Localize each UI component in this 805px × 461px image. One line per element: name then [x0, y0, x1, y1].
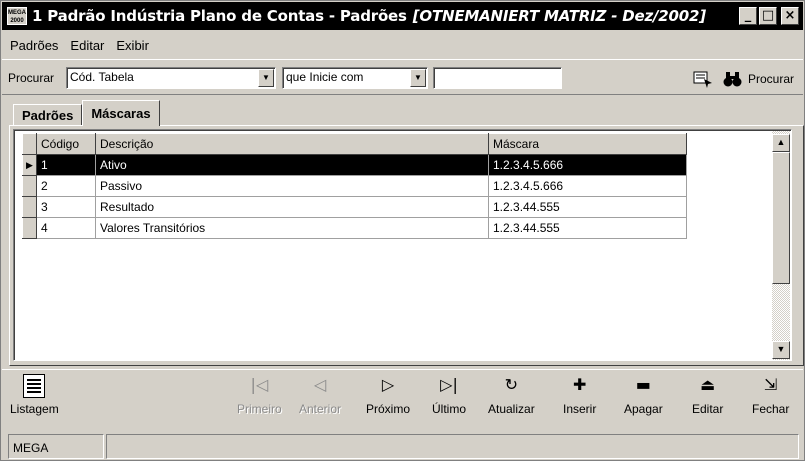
window-title-context: [OTNEMANIERT MATRIZ - Dez/2002]	[412, 7, 706, 25]
window-title-main: 1 Padrão Indústria Plano de Contas - Pad…	[32, 7, 407, 25]
search-field-select[interactable]: Cód. Tabela ▼	[66, 67, 276, 89]
table-row[interactable]: 3 Resultado 1.2.3.44.555	[22, 196, 687, 218]
search-field-value: Cód. Tabela	[70, 70, 134, 84]
masks-table: Código Descrição Máscara ▶ 1 Ativo 1.2.3…	[22, 133, 687, 239]
menu-editar[interactable]: Editar	[70, 37, 104, 54]
search-button-label: Procurar	[748, 72, 795, 86]
cell-mascara[interactable]: 1.2.3.4.5.666	[488, 175, 687, 197]
inserir-label: Inserir	[563, 402, 597, 416]
apagar-label: Apagar	[624, 402, 663, 416]
listagem-label: Listagem	[10, 402, 59, 416]
row-indicator	[22, 217, 37, 239]
cell-mascara[interactable]: 1.2.3.44.555	[488, 217, 687, 239]
vertical-scrollbar[interactable]: ▲ ▼	[772, 131, 790, 360]
exit-door-icon: ⇲	[763, 375, 778, 394]
row-indicator	[22, 196, 37, 218]
chevron-down-icon[interactable]: ▼	[410, 69, 426, 87]
proximo-button[interactable]: ▷ Próximo	[366, 374, 410, 416]
listagem-button[interactable]: Listagem	[10, 374, 59, 416]
column-header-mascara[interactable]: Máscara	[488, 133, 687, 155]
tab-strip: Padrões Máscaras	[13, 100, 160, 126]
tab-padroes[interactable]: Padrões	[13, 104, 83, 126]
cell-descricao[interactable]: Valores Transitórios	[95, 217, 489, 239]
anterior-button[interactable]: ◁ Anterior	[299, 374, 341, 416]
primeiro-button[interactable]: |◁ Primeiro	[237, 374, 282, 416]
last-record-icon: ▷|	[440, 375, 458, 394]
search-button[interactable]: Procurar	[722, 67, 794, 91]
binoculars-icon	[723, 72, 742, 87]
masks-grid[interactable]: Código Descrição Máscara ▶ 1 Ativo 1.2.3…	[13, 129, 792, 361]
app-logo-icon: MEGA 2000	[7, 7, 27, 25]
editar-label: Editar	[692, 402, 724, 416]
apagar-button[interactable]: ▬ Apagar	[624, 374, 663, 416]
atualizar-label: Atualizar	[488, 402, 535, 416]
anterior-label: Anterior	[299, 402, 342, 416]
menu-bar: Padrões Editar Exibir	[2, 31, 803, 59]
current-row-icon: ▶	[22, 154, 37, 176]
bottom-toolbar: Listagem |◁ Primeiro ◁ Anterior ▷ Próxim…	[2, 369, 803, 429]
cell-descricao[interactable]: Passivo	[95, 175, 489, 197]
table-row[interactable]: 4 Valores Transitórios 1.2.3.44.555	[22, 217, 687, 239]
filter-icon[interactable]	[692, 69, 714, 89]
cell-codigo[interactable]: 2	[36, 175, 96, 197]
title-bar[interactable]: MEGA 2000 1 Padrão Indústria Plano de Con…	[2, 2, 803, 30]
next-record-icon: ▷	[381, 375, 395, 394]
table-header: Código Descrição Máscara	[22, 133, 687, 155]
primeiro-label: Primeiro	[237, 402, 282, 416]
cell-descricao[interactable]: Resultado	[95, 196, 489, 218]
status-bar: MEGA	[2, 431, 803, 460]
proximo-label: Próximo	[366, 402, 411, 416]
window-title: 1 Padrão Indústria Plano de Contas - Pad…	[32, 7, 706, 25]
report-icon	[23, 374, 46, 398]
main-window: MEGA 2000 1 Padrão Indústria Plano de Con…	[0, 0, 805, 461]
column-header-descricao[interactable]: Descrição	[95, 133, 489, 155]
refresh-icon: ↻	[504, 375, 519, 394]
search-label: Procurar	[8, 71, 55, 85]
ultimo-label: Último	[432, 402, 467, 416]
search-condition-value: que Inicie com	[286, 70, 364, 84]
table-row[interactable]: 2 Passivo 1.2.3.4.5.666	[22, 175, 687, 197]
status-module: MEGA	[8, 434, 104, 459]
chevron-down-icon[interactable]: ▼	[258, 69, 274, 87]
scroll-up-icon[interactable]: ▲	[772, 134, 790, 152]
tab-mascaras[interactable]: Máscaras	[82, 100, 160, 126]
previous-record-icon: ◁	[313, 375, 327, 394]
close-button[interactable]: ×	[781, 7, 799, 25]
insert-plus-icon: ✚	[572, 375, 587, 394]
menu-padroes[interactable]: Padrões	[10, 37, 58, 54]
status-message	[106, 434, 799, 459]
menu-exibir[interactable]: Exibir	[116, 37, 149, 54]
cell-codigo[interactable]: 3	[36, 196, 96, 218]
fechar-button[interactable]: ⇲ Fechar	[752, 374, 789, 416]
cell-codigo[interactable]: 1	[36, 154, 96, 176]
cell-mascara[interactable]: 1.2.3.44.555	[488, 196, 687, 218]
window-controls: _ □ ×	[739, 7, 799, 25]
cell-descricao[interactable]: Ativo	[95, 154, 489, 176]
first-record-icon: |◁	[250, 375, 269, 394]
edit-eject-icon: ⏏	[700, 375, 716, 394]
fechar-label: Fechar	[752, 402, 790, 416]
scroll-down-icon[interactable]: ▼	[772, 341, 790, 359]
scroll-thumb[interactable]	[772, 152, 790, 284]
editar-button[interactable]: ⏏ Editar	[692, 374, 723, 416]
column-header-codigo[interactable]: Código	[36, 133, 96, 155]
row-indicator	[22, 175, 37, 197]
minimize-button[interactable]: _	[739, 7, 757, 25]
delete-minus-icon: ▬	[635, 375, 651, 394]
row-indicator-header	[22, 133, 37, 155]
maximize-button[interactable]: □	[759, 7, 777, 25]
atualizar-button[interactable]: ↻ Atualizar	[488, 374, 535, 416]
ultimo-button[interactable]: ▷| Último	[432, 374, 466, 416]
search-condition-select[interactable]: que Inicie com ▼	[282, 67, 428, 89]
inserir-button[interactable]: ✚ Inserir	[563, 374, 596, 416]
cell-mascara[interactable]: 1.2.3.4.5.666	[488, 154, 687, 176]
search-input[interactable]	[433, 67, 562, 89]
table-row[interactable]: ▶ 1 Ativo 1.2.3.4.5.666	[22, 154, 687, 176]
cell-codigo[interactable]: 4	[36, 217, 96, 239]
search-bar: Procurar Cód. Tabela ▼ que Inicie com ▼	[2, 59, 803, 95]
